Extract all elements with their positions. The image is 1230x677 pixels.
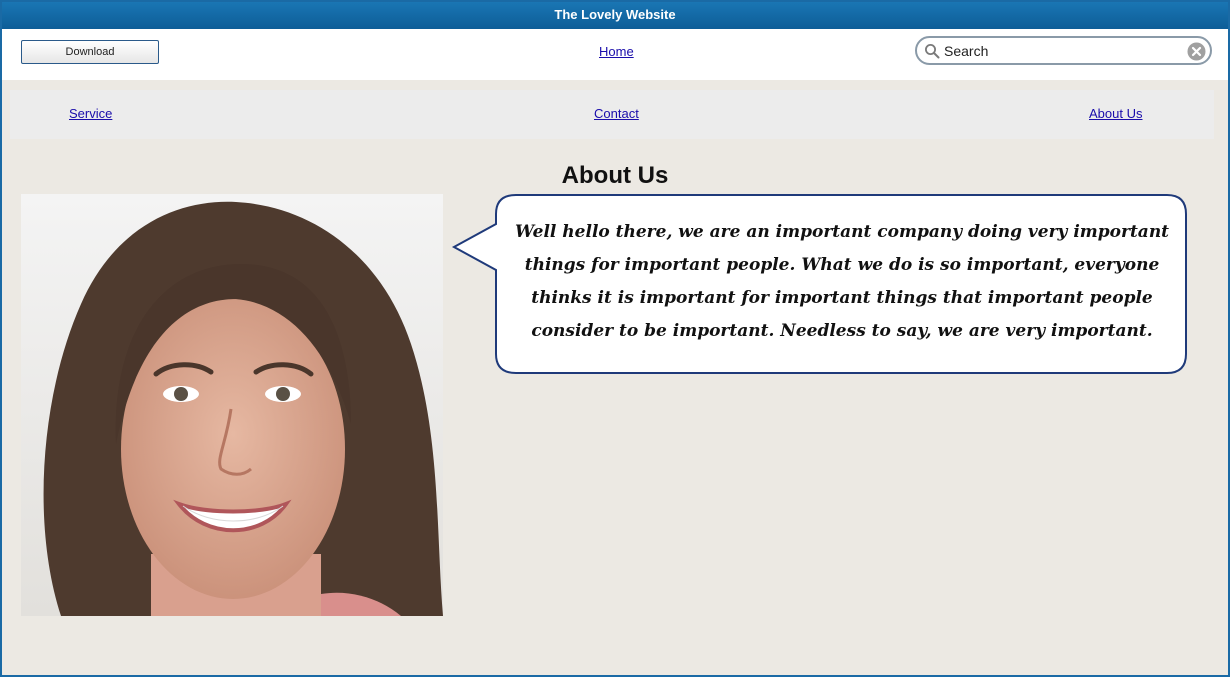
top-toolbar: Download Home — [2, 29, 1228, 80]
nav-item-about-us[interactable]: About Us — [1089, 106, 1142, 121]
search-box[interactable] — [915, 36, 1212, 65]
browser-window: The Lovely Website Download Home Service… — [0, 0, 1230, 677]
about-us-description: Well hello there, we are an important co… — [514, 222, 1170, 341]
page-title: About Us — [561, 162, 669, 189]
nav-item-contact[interactable]: Contact — [594, 106, 639, 121]
nav-item-service[interactable]: Service — [69, 106, 112, 121]
home-link[interactable]: Home — [599, 44, 634, 59]
clear-search-icon[interactable] — [1187, 42, 1206, 61]
download-button[interactable]: Download — [21, 40, 159, 64]
window-title: The Lovely Website — [554, 7, 676, 22]
portrait-photo — [21, 194, 443, 616]
window-titlebar: The Lovely Website — [2, 2, 1228, 29]
search-icon — [925, 44, 940, 59]
search-input[interactable] — [944, 41, 1174, 61]
nav-bar: Service Contact About Us — [10, 90, 1214, 139]
